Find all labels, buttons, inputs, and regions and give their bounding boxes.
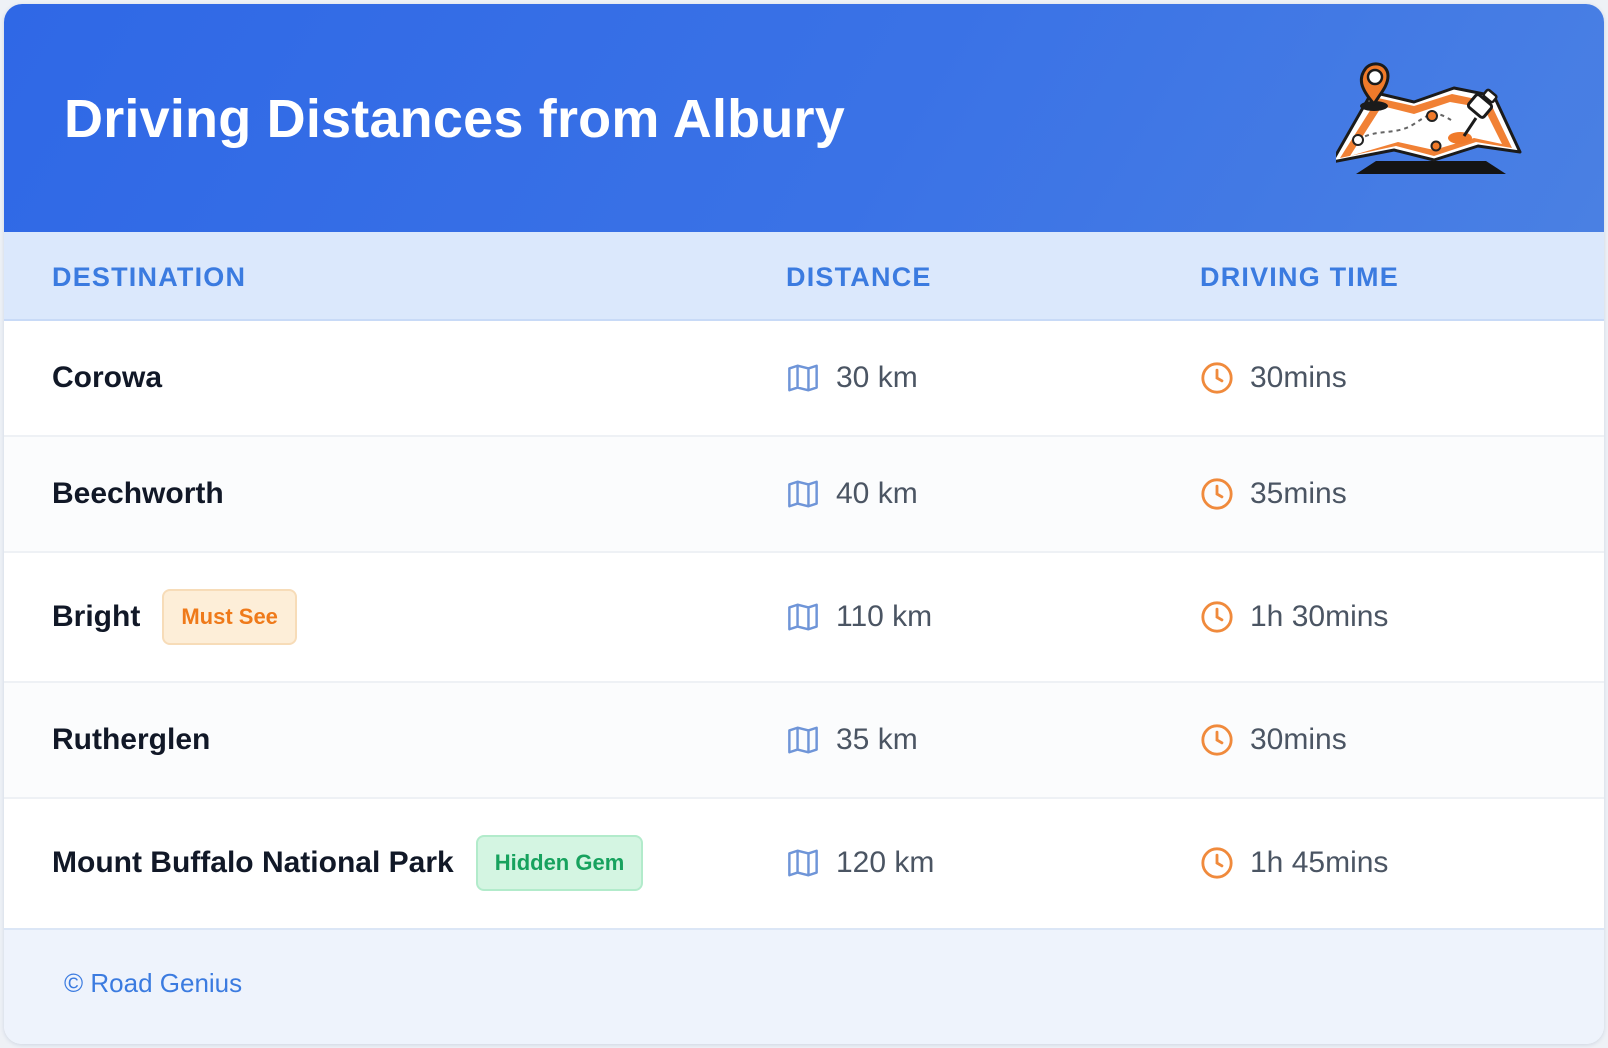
page-title: Driving Distances from Albury bbox=[64, 89, 845, 149]
column-header-destination: DESTINATION bbox=[52, 262, 247, 292]
table-row: Bright Must See 110 km 1h 30mins bbox=[4, 553, 1604, 683]
map-icon bbox=[788, 726, 818, 754]
destination-name: Mount Buffalo National Park bbox=[52, 846, 454, 879]
footer: © Road Genius bbox=[4, 928, 1604, 1044]
distance-cell: 30 km bbox=[786, 321, 918, 435]
destination-name: Bright bbox=[52, 600, 141, 633]
table-row: Mount Buffalo National Park Hidden Gem 1… bbox=[4, 799, 1604, 927]
destination-cell: Corowa bbox=[52, 321, 162, 435]
table-row: Beechworth 40 km 35mins bbox=[4, 437, 1604, 553]
must-see-badge: Must See bbox=[162, 589, 297, 645]
time-value: 30mins bbox=[1250, 361, 1347, 394]
clock-icon bbox=[1201, 362, 1233, 394]
time-value: 1h 45mins bbox=[1250, 846, 1389, 879]
distance-card: Driving Distances from Albury DESTINATIO… bbox=[4, 4, 1604, 1044]
destination-cell: Beechworth bbox=[52, 437, 224, 551]
destination-cell: Rutherglen bbox=[52, 683, 210, 797]
time-cell: 1h 30mins bbox=[1200, 553, 1388, 681]
time-cell: 1h 45mins bbox=[1200, 799, 1388, 927]
distance-value: 120 km bbox=[836, 846, 935, 879]
clock-icon bbox=[1201, 601, 1233, 633]
distance-value: 35 km bbox=[836, 723, 918, 756]
time-value: 30mins bbox=[1250, 723, 1347, 756]
time-value: 1h 30mins bbox=[1250, 600, 1389, 633]
table-row: Rutherglen 35 km 30mins bbox=[4, 683, 1604, 799]
time-cell: 35mins bbox=[1200, 437, 1347, 551]
distance-value: 40 km bbox=[836, 477, 918, 510]
header: Driving Distances from Albury bbox=[4, 4, 1604, 232]
time-value: 35mins bbox=[1250, 477, 1347, 510]
table-row: Corowa 30 km 30mins bbox=[4, 321, 1604, 437]
distance-cell: 40 km bbox=[786, 437, 918, 551]
map-icon bbox=[788, 849, 818, 877]
column-header-driving-time: DRIVING TIME bbox=[1200, 262, 1399, 292]
footer-credit: © Road Genius bbox=[64, 968, 243, 998]
distance-value: 110 km bbox=[836, 600, 933, 633]
map-icon bbox=[788, 480, 818, 508]
map-icon bbox=[788, 603, 818, 631]
time-cell: 30mins bbox=[1200, 683, 1347, 797]
destination-name: Corowa bbox=[52, 361, 163, 394]
distance-value: 30 km bbox=[836, 361, 918, 394]
hidden-gem-badge: Hidden Gem bbox=[475, 835, 644, 891]
map-icon bbox=[788, 364, 818, 392]
column-header-distance: DISTANCE bbox=[786, 262, 932, 292]
clock-icon bbox=[1201, 478, 1233, 510]
time-cell: 30mins bbox=[1200, 321, 1347, 435]
distance-cell: 35 km bbox=[786, 683, 918, 797]
map-illustration-icon bbox=[1336, 62, 1522, 174]
destination-name: Beechworth bbox=[52, 477, 224, 510]
clock-icon bbox=[1201, 724, 1233, 756]
destination-cell: Bright Must See bbox=[52, 553, 297, 681]
clock-icon bbox=[1201, 847, 1233, 879]
distance-cell: 110 km bbox=[786, 553, 932, 681]
destination-cell: Mount Buffalo National Park Hidden Gem bbox=[52, 799, 644, 927]
table-header: DESTINATION DISTANCE DRIVING TIME bbox=[4, 232, 1604, 321]
distance-cell: 120 km bbox=[786, 799, 934, 927]
destination-name: Rutherglen bbox=[52, 723, 211, 756]
